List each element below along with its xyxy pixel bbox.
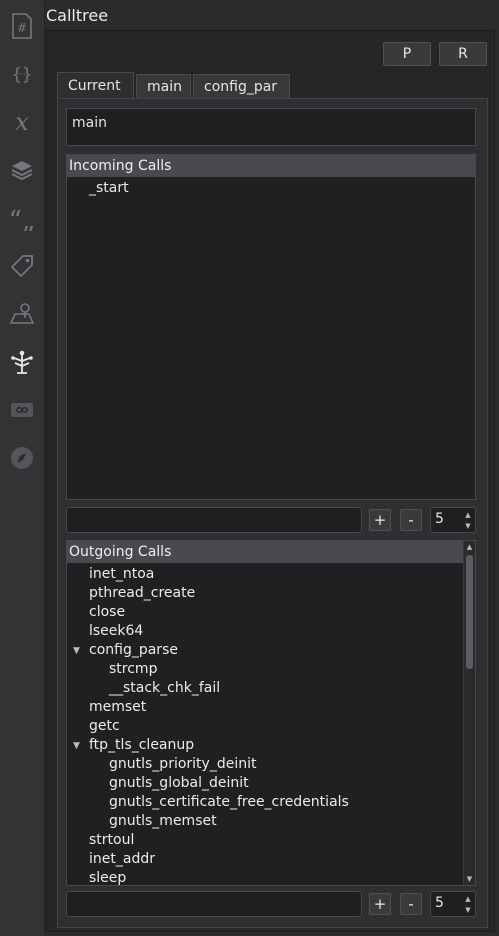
incoming-calls-tree[interactable]: Incoming Calls _start xyxy=(66,154,476,500)
outgoing-item[interactable]: __stack_chk_fail xyxy=(109,679,220,698)
outgoing-item[interactable]: pthread_create xyxy=(89,584,195,603)
quote-icon[interactable]: “„ xyxy=(6,202,38,234)
p-button[interactable]: P xyxy=(383,42,431,66)
outgoing-filter-input[interactable] xyxy=(66,891,362,917)
outgoing-item[interactable]: strtoul xyxy=(89,831,134,850)
incoming-minus-button[interactable]: - xyxy=(400,509,422,531)
variable-x-icon[interactable]: x xyxy=(6,106,38,138)
current-function-box: main xyxy=(66,108,476,146)
outgoing-item[interactable]: inet_addr xyxy=(89,850,155,869)
outgoing-item[interactable]: ftp_tls_cleanup xyxy=(89,736,194,755)
outgoing-calls-tree[interactable]: Outgoing Calls inet_ntoa pthread_create cl… xyxy=(66,540,476,886)
outgoing-item[interactable]: sleep xyxy=(89,869,126,885)
tag-icon[interactable] xyxy=(6,250,38,282)
outgoing-item[interactable]: gnutls_global_deinit xyxy=(109,774,249,793)
infinity-icon[interactable] xyxy=(6,394,38,426)
outgoing-minus-button[interactable]: - xyxy=(400,893,422,915)
incoming-depth-spinbox[interactable]: 5 ▲ ▼ xyxy=(430,507,476,533)
outgoing-depth-value: 5 xyxy=(435,895,444,911)
outgoing-item[interactable]: config_parse xyxy=(89,641,178,660)
hash-icon[interactable]: # xyxy=(6,10,38,42)
icon-sidebar: # {} ··· x “„ xyxy=(0,0,45,936)
incoming-filter-input[interactable] xyxy=(66,507,362,533)
tab-main[interactable]: main xyxy=(136,74,191,98)
incoming-calls-header: Incoming Calls xyxy=(67,155,475,177)
expand-caret-icon[interactable]: ▼ xyxy=(73,741,80,751)
svg-text:“„: “„ xyxy=(9,206,35,231)
outgoing-item[interactable]: lseek64 xyxy=(89,622,143,641)
outgoing-item[interactable]: gnutls_memset xyxy=(109,812,217,831)
spin-down-icon[interactable]: ▼ xyxy=(463,905,473,915)
compass-icon[interactable] xyxy=(6,442,38,474)
outgoing-item[interactable]: getc xyxy=(89,717,120,736)
r-button[interactable]: R xyxy=(439,42,487,66)
scrollbar-thumb[interactable] xyxy=(466,555,473,669)
outgoing-item[interactable]: inet_ntoa xyxy=(89,565,154,584)
spin-down-icon[interactable]: ▼ xyxy=(463,521,473,531)
incoming-depth-value: 5 xyxy=(435,511,444,527)
map-pin-icon[interactable] xyxy=(6,298,38,330)
outgoing-item[interactable]: close xyxy=(89,603,125,622)
svg-text:···: ··· xyxy=(18,70,26,79)
outgoing-depth-spinbox[interactable]: 5 ▲ ▼ xyxy=(430,891,476,917)
panel-title: Calltree xyxy=(46,6,109,25)
layers-icon[interactable] xyxy=(6,154,38,186)
svg-text:#: # xyxy=(17,21,27,35)
svg-text:x: x xyxy=(15,109,29,135)
spin-up-icon[interactable]: ▲ xyxy=(463,510,473,520)
outgoing-calls-header: Outgoing Calls xyxy=(67,541,463,563)
incoming-item[interactable]: _start xyxy=(89,179,129,198)
outgoing-plus-button[interactable]: + xyxy=(369,893,391,915)
outgoing-item[interactable]: memset xyxy=(89,698,146,717)
expand-caret-icon[interactable]: ▼ xyxy=(73,646,80,656)
braces-icon[interactable]: {} ··· xyxy=(6,58,38,90)
tab-current[interactable]: Current xyxy=(57,72,134,98)
spin-up-icon[interactable]: ▲ xyxy=(463,894,473,904)
calltree-icon[interactable] xyxy=(6,346,38,378)
scroll-up-icon[interactable]: ▲ xyxy=(464,541,475,553)
outgoing-scrollbar[interactable]: ▲ ▼ xyxy=(463,541,475,885)
incoming-plus-button[interactable]: + xyxy=(369,509,391,531)
current-function-label: main xyxy=(72,115,107,131)
scroll-down-icon[interactable]: ▼ xyxy=(464,873,475,885)
outgoing-item[interactable]: gnutls_certificate_free_credentials xyxy=(109,793,349,812)
tab-config-par[interactable]: config_par xyxy=(193,74,290,98)
outgoing-item[interactable]: strcmp xyxy=(109,660,157,679)
outgoing-item[interactable]: gnutls_priority_deinit xyxy=(109,755,256,774)
